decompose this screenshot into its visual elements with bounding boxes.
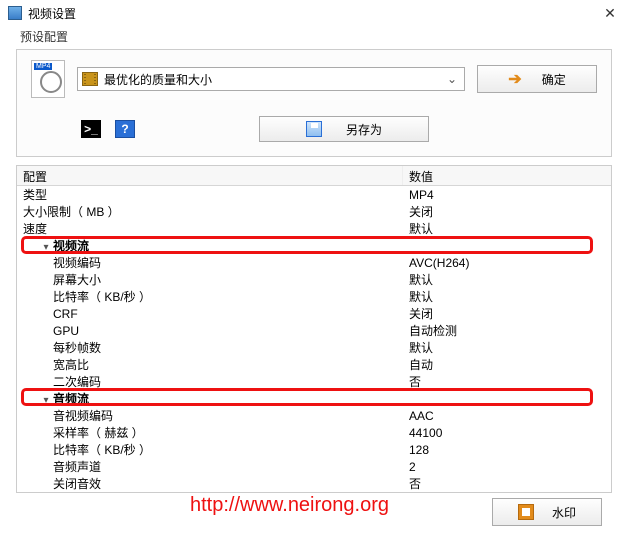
row-value: 128 <box>403 443 611 457</box>
table-row[interactable]: 大小限制（ MB ）关闭 <box>17 203 611 220</box>
row-name: ▾音频流 <box>17 390 403 407</box>
arrow-right-icon: ➔ <box>508 69 521 89</box>
table-row[interactable]: 关闭音效否 <box>17 475 611 492</box>
row-value: 默认 <box>403 220 611 237</box>
row-value: MP4 <box>403 188 611 202</box>
row-name: GPU <box>17 324 403 338</box>
row-name: 比特率（ KB/秒 ） <box>17 288 403 305</box>
table-row[interactable]: 屏幕大小默认 <box>17 271 611 288</box>
row-value: 自动 <box>403 356 611 373</box>
grid-body[interactable]: 类型MP4大小限制（ MB ）关闭速度默认▾视频流视频编码AVC(H264)屏幕… <box>17 186 611 492</box>
row-name: 音频声道 <box>17 458 403 475</box>
table-row[interactable]: 二次编码否 <box>17 373 611 390</box>
ok-label: 确定 <box>542 71 566 88</box>
row-name: 每秒帧数 <box>17 339 403 356</box>
row-value: 2 <box>403 460 611 474</box>
watermark-label: 水印 <box>552 504 576 521</box>
row-name: 比特率（ KB/秒 ） <box>17 441 403 458</box>
table-row[interactable]: GPU自动检测 <box>17 322 611 339</box>
collapse-toggle-icon[interactable]: ▾ <box>41 243 51 253</box>
app-icon <box>8 6 22 20</box>
format-mp4-icon <box>31 60 65 98</box>
save-as-button[interactable]: 另存为 <box>259 116 429 142</box>
film-icon <box>82 72 98 86</box>
close-icon[interactable]: ✕ <box>600 5 620 22</box>
console-icon[interactable]: >_ <box>81 120 101 138</box>
table-row[interactable]: 音视频编码AAC <box>17 407 611 424</box>
header-value: 数值 <box>403 166 611 185</box>
preset-selected-text: 最优化的质量和大小 <box>104 71 212 88</box>
row-name: 关闭音效 <box>17 475 403 492</box>
table-row[interactable]: 比特率（ KB/秒 ）128 <box>17 441 611 458</box>
grid-header: 配置 数值 <box>17 166 611 186</box>
row-value: 44100 <box>403 426 611 440</box>
row-name: 宽高比 <box>17 356 403 373</box>
row-name: 屏幕大小 <box>17 271 403 288</box>
row-name: 采样率（ 赫兹 ） <box>17 424 403 441</box>
row-value: 否 <box>403 373 611 390</box>
table-row[interactable]: ▾音频流 <box>17 390 611 407</box>
row-value: 关闭 <box>403 305 611 322</box>
table-row[interactable]: 类型MP4 <box>17 186 611 203</box>
row-value: AVC(H264) <box>403 256 611 270</box>
table-row[interactable]: 采样率（ 赫兹 ）44100 <box>17 424 611 441</box>
row-name: ▾视频流 <box>17 237 403 254</box>
header-name: 配置 <box>17 166 403 185</box>
row-value: 关闭 <box>403 203 611 220</box>
watermark-url-text: http://www.neirong.org <box>190 494 389 517</box>
floppy-icon <box>306 121 322 137</box>
row-name: 速度 <box>17 220 403 237</box>
row-name: CRF <box>17 307 403 321</box>
table-row[interactable]: 宽高比自动 <box>17 356 611 373</box>
row-value: AAC <box>403 409 611 423</box>
row-name: 视频编码 <box>17 254 403 271</box>
ok-button[interactable]: ➔ 确定 <box>477 65 597 93</box>
titlebar: 视频设置 ✕ <box>0 0 628 26</box>
saveas-label: 另存为 <box>346 121 382 138</box>
table-row[interactable]: CRF关闭 <box>17 305 611 322</box>
watermark-icon <box>518 504 534 520</box>
preset-panel: 最优化的质量和大小 ⌄ ➔ 确定 >_ ? 另存为 <box>16 49 612 157</box>
table-row[interactable]: 比特率（ KB/秒 ）默认 <box>17 288 611 305</box>
preset-select[interactable]: 最优化的质量和大小 ⌄ <box>77 67 465 91</box>
watermark-button[interactable]: 水印 <box>492 498 602 526</box>
row-name: 大小限制（ MB ） <box>17 203 403 220</box>
row-value: 默认 <box>403 288 611 305</box>
preset-section-label: 预设配置 <box>0 26 628 47</box>
window-title: 视频设置 <box>28 5 76 22</box>
row-value: 默认 <box>403 271 611 288</box>
table-row[interactable]: 速度默认 <box>17 220 611 237</box>
collapse-toggle-icon[interactable]: ▾ <box>41 396 51 406</box>
table-row[interactable]: 视频编码AVC(H264) <box>17 254 611 271</box>
row-value: 默认 <box>403 339 611 356</box>
row-name: 音视频编码 <box>17 407 403 424</box>
row-name: 类型 <box>17 186 403 203</box>
table-row[interactable]: ▾视频流 <box>17 237 611 254</box>
row-name: 二次编码 <box>17 373 403 390</box>
chevron-down-icon: ⌄ <box>444 72 460 86</box>
help-icon[interactable]: ? <box>115 120 135 138</box>
row-value: 否 <box>403 475 611 492</box>
table-row[interactable]: 每秒帧数默认 <box>17 339 611 356</box>
settings-grid: 配置 数值 类型MP4大小限制（ MB ）关闭速度默认▾视频流视频编码AVC(H… <box>16 165 612 493</box>
table-row[interactable]: 音频声道2 <box>17 458 611 475</box>
row-value: 自动检测 <box>403 322 611 339</box>
